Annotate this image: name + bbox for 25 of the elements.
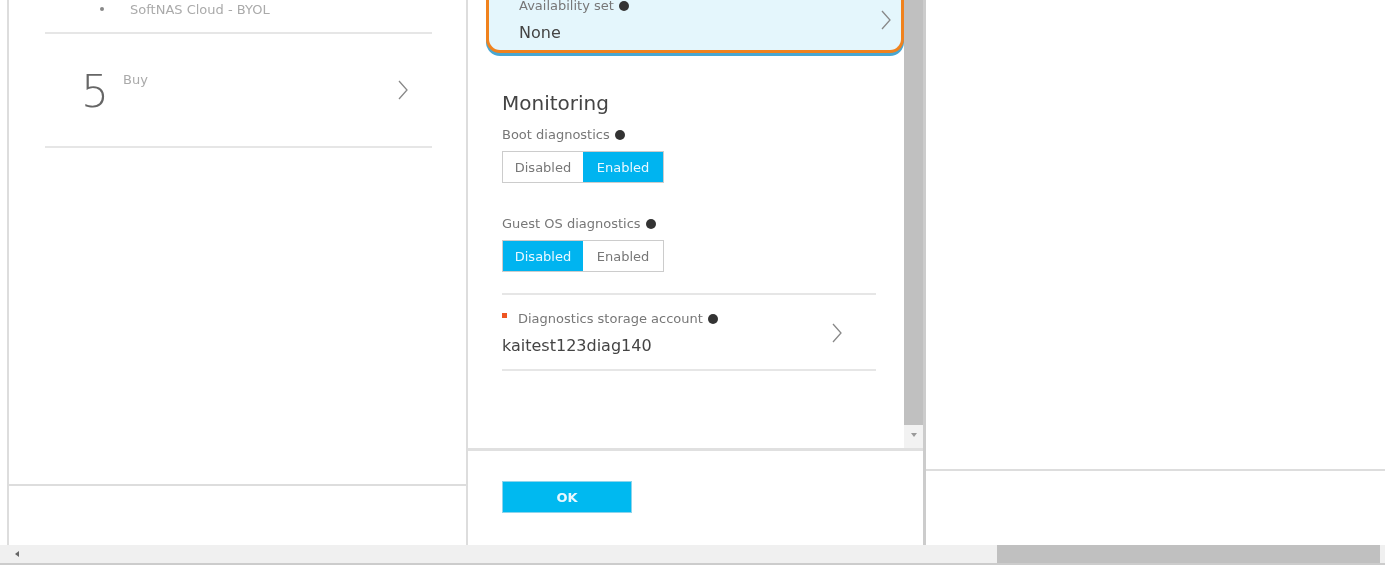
field-label: Availability set: [519, 0, 614, 13]
horizontal-scrollbar[interactable]: [0, 545, 1385, 565]
info-icon[interactable]: [645, 218, 656, 229]
info-icon[interactable]: [618, 0, 629, 11]
field-label: Diagnostics storage account: [518, 311, 703, 326]
info-icon[interactable]: [707, 313, 718, 324]
chevron-icon: [881, 10, 891, 30]
vertical-scrollbar[interactable]: [904, 0, 923, 448]
scroll-down-icon[interactable]: [909, 432, 918, 438]
section-title: Monitoring: [502, 91, 609, 115]
info-icon[interactable]: [614, 129, 625, 140]
scroll-left-icon[interactable]: [14, 550, 20, 558]
chevron-icon: [832, 323, 842, 343]
availability-set-selector[interactable]: Availability set None: [486, 0, 904, 53]
field-value: None: [519, 23, 562, 42]
step-item[interactable]: 5 Buy: [45, 34, 432, 148]
toggle-label: Guest OS diagnostics: [502, 216, 641, 231]
step-label: Buy: [123, 72, 148, 87]
storage-account-selector[interactable]: Diagnostics storage account kaitest123diag140: [502, 293, 876, 371]
bullet-item: SoftNAS Cloud - BYOL: [130, 1, 270, 17]
chevron-icon: [398, 80, 408, 100]
toggle-label: Boot diagnostics: [502, 127, 610, 142]
step-number: 5: [81, 70, 109, 114]
bullet-icon: [100, 7, 104, 11]
field-value: kaitest123diag140: [502, 336, 653, 355]
